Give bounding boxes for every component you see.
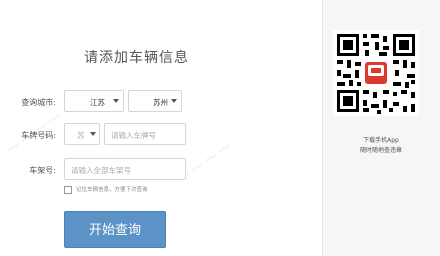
plate-label: 车牌号码: bbox=[21, 131, 56, 140]
plate-placeholder: 请输入车牌号 bbox=[111, 131, 156, 140]
qr-code-icon bbox=[333, 30, 419, 116]
frame-label: 车架号: bbox=[29, 166, 56, 175]
remember-label[interactable]: 记住车辆信息，方便下次查询 bbox=[76, 185, 148, 193]
start-query-button[interactable]: 开始查询 bbox=[64, 211, 166, 248]
plate-prefix-value: 苏 bbox=[77, 131, 85, 140]
page-title: 请添加车辆信息 bbox=[84, 50, 189, 66]
plate-prefix-select[interactable]: 苏 bbox=[64, 123, 100, 145]
city-value: 苏州 bbox=[153, 98, 168, 107]
province-value: 江苏 bbox=[90, 98, 105, 107]
download-app-text: 下载手机App bbox=[363, 137, 399, 144]
remember-checkbox[interactable] bbox=[64, 186, 72, 194]
frame-input[interactable]: 请输入全部车架号 bbox=[64, 158, 186, 180]
province-select[interactable]: 江苏 bbox=[64, 90, 124, 112]
chevron-down-icon bbox=[171, 99, 177, 103]
chevron-down-icon bbox=[90, 132, 96, 136]
plate-input[interactable]: 请输入车牌号 bbox=[104, 123, 186, 145]
city-label: 查询城市: bbox=[21, 98, 56, 107]
city-select[interactable]: 苏州 bbox=[128, 90, 182, 112]
chevron-down-icon bbox=[113, 99, 119, 103]
frame-placeholder: 请输入全部车架号 bbox=[71, 166, 131, 175]
download-app-subtext: 随时随地查违章 bbox=[359, 147, 402, 154]
